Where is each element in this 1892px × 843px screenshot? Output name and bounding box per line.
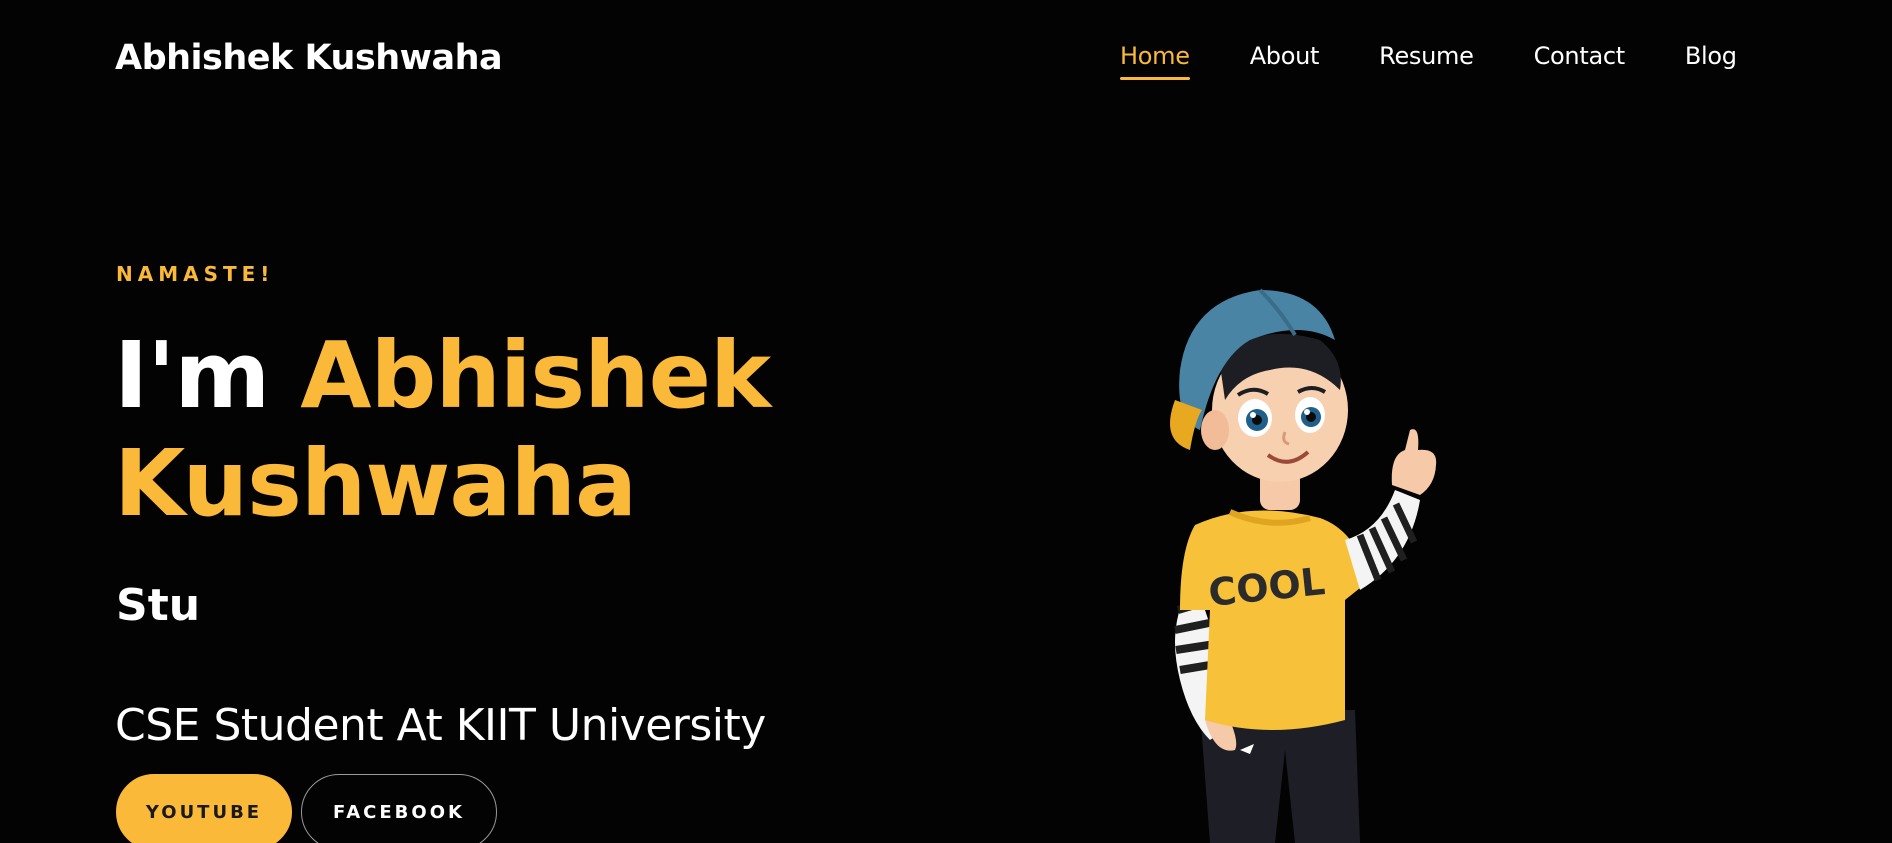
hero-greeting: NAMASTE! <box>116 262 275 286</box>
typed-text: Stu <box>116 580 201 631</box>
nav-blog[interactable]: Blog <box>1685 42 1737 80</box>
nav-home[interactable]: Home <box>1120 42 1190 80</box>
hero-title: I'm Abhishek Kushwaha <box>114 322 834 538</box>
youtube-button[interactable]: YOUTUBE <box>116 774 292 843</box>
page: Abhishek Kushwaha Home About Resume Cont… <box>0 0 1892 843</box>
hero-buttons: YOUTUBE FACEBOOK <box>116 774 497 843</box>
hero-title-prefix: I'm <box>114 322 301 429</box>
brand-logo[interactable]: Abhishek Kushwaha <box>115 38 503 78</box>
cartoon-boy-illustration: COOL <box>1170 288 1437 843</box>
nav-about[interactable]: About <box>1250 42 1320 80</box>
nav-contact[interactable]: Contact <box>1534 42 1626 80</box>
facebook-button[interactable]: FACEBOOK <box>301 774 497 843</box>
nav-resume[interactable]: Resume <box>1379 42 1474 80</box>
main-nav: Home About Resume Contact Blog <box>1120 42 1797 80</box>
hero-subtitle: CSE Student At KIIT University <box>115 700 766 751</box>
